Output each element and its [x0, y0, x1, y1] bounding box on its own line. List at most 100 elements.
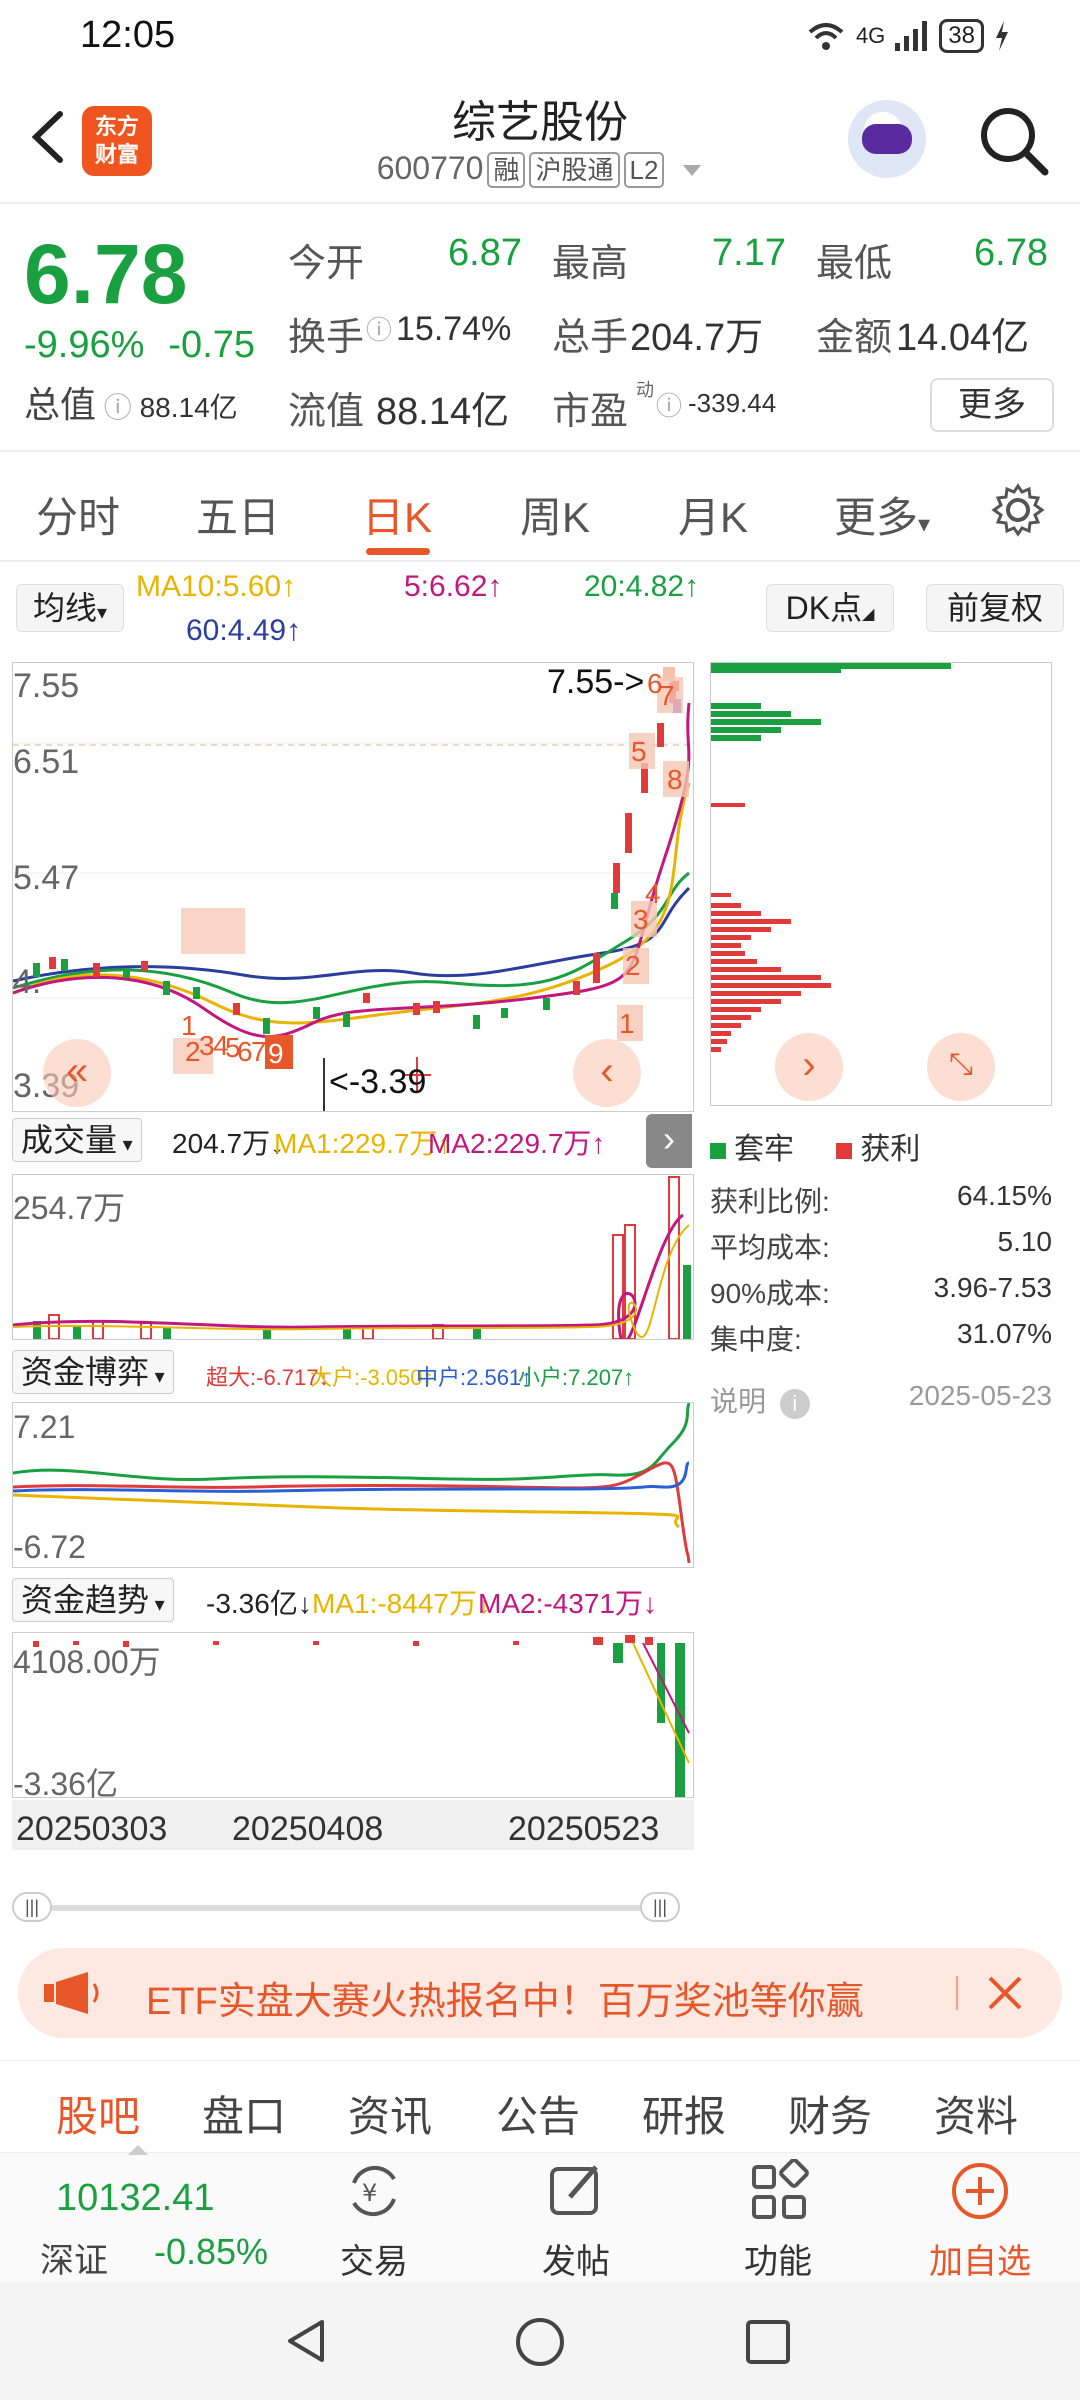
total-value: 总值 ⓘ 88.14亿	[24, 384, 238, 425]
cost-legend: 套牢 获利	[710, 1124, 920, 1168]
tab-monthly-k[interactable]: 月K	[678, 484, 748, 545]
svg-text:2: 2	[625, 950, 641, 981]
kline-y-4: 4.	[13, 963, 42, 1001]
trapped-swatch	[710, 1143, 726, 1160]
scroll-left-icon[interactable]: «	[43, 1039, 111, 1107]
cost90-row: 90%成本: 3.96-7.53	[710, 1272, 1052, 1312]
tab-announcements[interactable]: 公告	[496, 2083, 580, 2144]
tab-weekly-k[interactable]: 周K	[520, 484, 590, 545]
fund-game-button[interactable]: 资金博弈 ▾	[12, 1350, 174, 1394]
fund-game-label: 资金博弈	[21, 1354, 150, 1390]
svg-text:1: 1	[619, 1008, 635, 1039]
info-icon[interactable]: ⓘ	[366, 310, 392, 347]
small-value: 小户:7.207↑	[518, 1365, 635, 1390]
svg-text:4: 4	[645, 878, 661, 909]
post-button[interactable]: 发帖	[506, 2159, 646, 2283]
fund-game-chart[interactable]: 7.21 -6.72	[12, 1402, 694, 1568]
medium-value: 中户:2.561↑	[416, 1365, 533, 1390]
volume-header: 成交量 ▾ 204.7万↓ MA1:229.7万↑ MA2:229.7万↑ ›	[12, 1114, 692, 1168]
kline-chart[interactable]: 1 2345 67 9 1 2 3 4 5 7 8 6 7.55 6.51 5.…	[12, 662, 694, 1112]
info-icon[interactable]: i	[779, 1389, 810, 1419]
megaphone-icon	[44, 1972, 99, 2014]
index-change: -0.85%	[154, 2231, 269, 2272]
range-scrollbar[interactable]: ||| |||	[12, 1890, 692, 1924]
gear-icon[interactable]	[990, 482, 1046, 538]
prev-icon[interactable]: ‹	[573, 1039, 641, 1107]
trade-button[interactable]: ¥ 交易	[304, 2159, 444, 2283]
open-label: 今开	[288, 243, 365, 285]
trapped-label: 套牢	[734, 1133, 794, 1166]
close-icon[interactable]	[976, 1964, 1034, 2022]
dk-points-button[interactable]: DK点◢	[766, 584, 894, 632]
tab-five-day[interactable]: 五日	[196, 484, 280, 545]
index-name: 深证	[40, 2242, 108, 2280]
caret-down-icon: ▾	[918, 511, 931, 538]
tab-news[interactable]: 资讯	[348, 2083, 432, 2144]
fund-game-canvas	[12, 1402, 691, 1564]
profit-label: 获利	[860, 1133, 921, 1166]
volume-chart[interactable]: 254.7万	[12, 1174, 694, 1345]
fund-game-y-max: 7.21	[13, 1409, 76, 1445]
concentration-row: 集中度: 31.07%	[710, 1318, 1052, 1358]
ma20-value: 20:4.82↑	[584, 570, 700, 603]
date-end: 20250523	[508, 1810, 660, 1848]
functions-label: 功能	[744, 2243, 812, 2281]
range-handle-left[interactable]: |||	[12, 1892, 52, 1922]
assistant-robot-icon[interactable]	[848, 100, 926, 178]
active-tab-indicator	[366, 548, 430, 555]
date-mid: 20250408	[232, 1810, 384, 1848]
tab-research[interactable]: 研报	[642, 2083, 726, 2144]
note-label[interactable]: 说明	[710, 1386, 766, 1417]
fund-trend-chart[interactable]: 4108.00万 -3.36亿	[12, 1632, 694, 1802]
profit-ratio-row: 获利比例: 64.15%	[710, 1180, 1052, 1220]
pe-label: 市盈	[552, 391, 629, 433]
functions-button[interactable]: 功能	[708, 2158, 848, 2283]
kline-y-3: 5.47	[13, 859, 80, 897]
tab-more[interactable]: 更多▾	[834, 484, 930, 545]
restore-rights-button[interactable]: 前复权	[926, 584, 1064, 632]
cost90-value: 3.96-7.53	[933, 1272, 1052, 1303]
nav-recents-icon[interactable]	[744, 2318, 792, 2366]
quote-panel: 6.78 -9.96% -0.75 总值 ⓘ 88.14亿 今开 6.87 最高 …	[0, 206, 1080, 452]
fund-trend-button[interactable]: 资金趋势 ▾	[12, 1578, 174, 1622]
low-marker: <-3.39	[329, 1063, 427, 1101]
total-value-amount: 88.14亿	[139, 392, 238, 423]
low-value: 6.78	[974, 232, 1048, 274]
tab-financials[interactable]: 财务	[788, 2083, 872, 2144]
ma-legend-row: 均线▾ MA10:5.60↑ 5:6.62↑ 20:4.82↑ 60:4.49↑	[0, 566, 720, 656]
cost-distribution-canvas	[711, 663, 951, 1052]
nav-back-icon[interactable]	[282, 2316, 332, 2366]
caret-down-icon: ▾	[149, 1366, 165, 1388]
cost-distribution-chart[interactable]: › ⤡	[710, 662, 1052, 1106]
tab-daily-k[interactable]: 日K	[362, 484, 432, 545]
range-handle-right[interactable]: |||	[640, 1892, 680, 1922]
pe-info-icon[interactable]: ⓘ	[656, 386, 682, 423]
volume-value: 204.7万	[630, 317, 764, 359]
date-start: 20250303	[16, 1810, 168, 1848]
profit-swatch	[836, 1143, 853, 1160]
search-icon[interactable]	[975, 102, 1051, 178]
ma-type-button[interactable]: 均线▾	[16, 584, 124, 632]
volume-indicator-button[interactable]: 成交量 ▾	[12, 1118, 142, 1162]
status-time: 12:05	[80, 14, 176, 56]
tab-intraday[interactable]: 分时	[36, 484, 120, 545]
grid-icon	[752, 2158, 809, 2219]
ma60-value: 60:4.49↑	[186, 614, 302, 647]
plus-circle-icon	[952, 2163, 1008, 2219]
tab-forum[interactable]: 股吧	[56, 2083, 140, 2144]
edit-icon	[550, 2165, 598, 2215]
next-icon[interactable]: ›	[775, 1033, 843, 1101]
status-bar: 12:05 4G 38	[0, 0, 1080, 72]
expand-panel-icon[interactable]: ›	[646, 1114, 692, 1168]
promo-banner[interactable]: ETF实盘大赛火热报名中！百万奖池等你赢	[18, 1948, 1062, 2038]
add-watchlist-button[interactable]: 加自选	[910, 2159, 1050, 2283]
tab-order-book[interactable]: 盘口	[202, 2083, 286, 2144]
status-icons: 4G 38	[806, 16, 1010, 56]
fullscreen-icon[interactable]: ⤡	[927, 1033, 995, 1101]
tag-margin: 融	[487, 152, 526, 188]
fund-trend-y-max: 4108.00万	[13, 1644, 161, 1680]
tab-profile[interactable]: 资料	[934, 2083, 1018, 2144]
chart-period-tabs: 分时 五日 日K 周K 月K 更多▾	[0, 454, 1080, 562]
nav-home-icon[interactable]	[514, 2316, 566, 2368]
more-quote-button[interactable]: 更多	[930, 378, 1054, 432]
